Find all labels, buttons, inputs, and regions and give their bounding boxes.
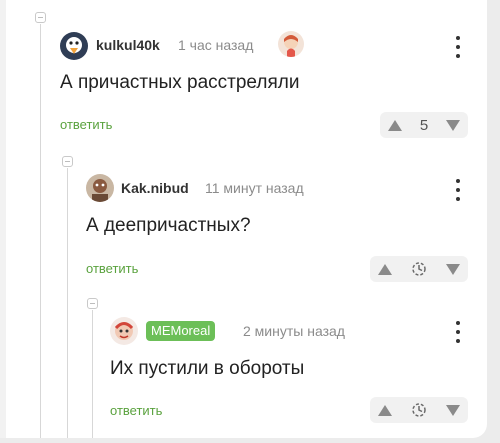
kebab-menu-icon[interactable] (455, 36, 461, 58)
panel-edge (0, 0, 6, 438)
vote-control (370, 397, 468, 423)
upvote-icon[interactable] (388, 119, 402, 131)
kebab-menu-icon[interactable] (455, 179, 461, 201)
avatar[interactable] (86, 174, 114, 202)
comment-author[interactable]: Kak.nibud (121, 180, 189, 196)
thread-line (40, 24, 41, 438)
reply-link[interactable]: ответить (110, 403, 162, 418)
avatar[interactable] (60, 32, 88, 60)
thread-line (67, 168, 68, 438)
avatar[interactable] (278, 31, 304, 57)
kebab-menu-icon[interactable] (455, 321, 461, 343)
score: 5 (419, 116, 429, 134)
comments-panel: kulkul40k 1 час назад А причастных расст… (0, 0, 487, 438)
comment-time: 2 минуты назад (243, 323, 345, 339)
reply-link[interactable]: ответить (60, 117, 112, 132)
avatar[interactable] (110, 317, 138, 345)
comment-time: 11 минут назад (205, 180, 304, 196)
downvote-icon[interactable] (446, 119, 460, 131)
collapse-icon[interactable] (62, 156, 73, 167)
author-badge[interactable]: MEMoreal (146, 321, 216, 341)
clock-icon (412, 403, 426, 417)
comment-text: Их пустили в обороты (110, 358, 305, 379)
vote-control: 5 (380, 112, 468, 138)
clock-icon (412, 262, 426, 276)
reply-link[interactable]: ответить (86, 261, 138, 276)
downvote-icon[interactable] (446, 404, 460, 416)
comment-text: А причастных расстреляли (60, 72, 300, 93)
comment-author[interactable]: kulkul40k (96, 37, 160, 53)
collapse-icon[interactable] (35, 12, 46, 23)
upvote-icon[interactable] (378, 263, 392, 275)
thread-line (92, 310, 93, 438)
upvote-icon[interactable] (378, 404, 392, 416)
vote-control (370, 256, 468, 282)
collapse-icon[interactable] (87, 298, 98, 309)
downvote-icon[interactable] (446, 263, 460, 275)
comment-time: 1 час назад (178, 37, 254, 53)
comment-text: А деепричастных? (86, 215, 251, 236)
